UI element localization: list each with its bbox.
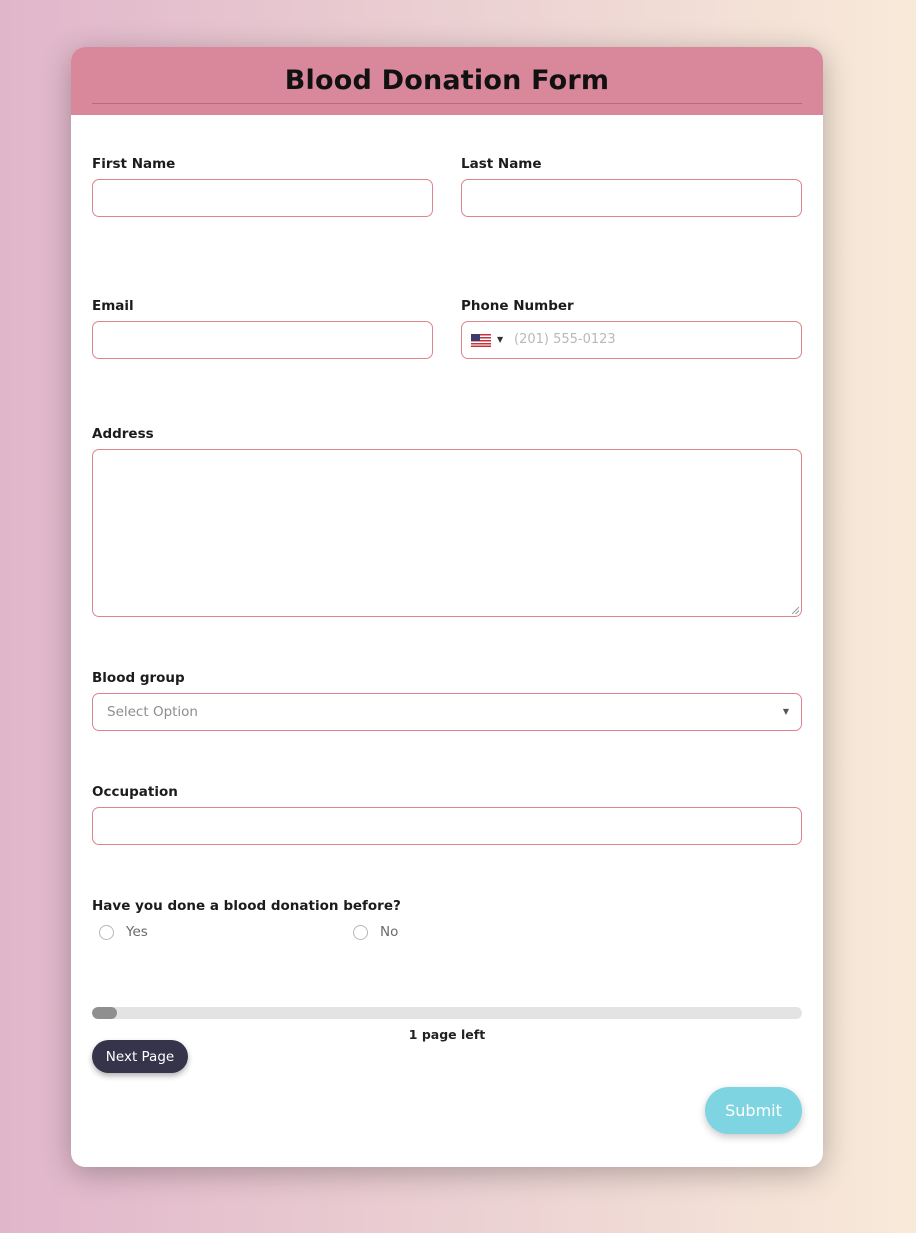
donated-before-question: Have you done a blood donation before? xyxy=(92,898,401,914)
blood-group-selected: Select Option xyxy=(107,704,198,720)
radio-option-yes[interactable]: Yes xyxy=(99,924,148,940)
phone-placeholder: (201) 555-0123 xyxy=(514,332,616,347)
pages-left-text: 1 page left xyxy=(408,1027,486,1042)
last-name-label: Last Name xyxy=(461,156,542,172)
country-dropdown-icon[interactable]: ▼ xyxy=(497,335,503,344)
first-name-label: First Name xyxy=(92,156,176,172)
form-title: Blood Donation Form xyxy=(284,65,610,96)
form-card: Blood Donation Form First Name Last Name… xyxy=(71,47,823,1167)
address-label: Address xyxy=(92,426,154,442)
submit-button[interactable]: Submit xyxy=(705,1087,802,1134)
address-textarea[interactable] xyxy=(92,449,802,617)
progress-fill xyxy=(92,1007,117,1019)
next-page-button[interactable]: Next Page xyxy=(92,1040,188,1073)
occupation-label: Occupation xyxy=(92,784,178,800)
blood-group-select[interactable]: Select Option ▼ xyxy=(92,693,802,731)
blood-group-label: Blood group xyxy=(92,670,185,686)
phone-input[interactable]: ▼ (201) 555-0123 xyxy=(461,321,802,359)
us-flag-icon[interactable] xyxy=(471,334,491,347)
email-input[interactable] xyxy=(92,321,433,359)
radio-no-circle[interactable] xyxy=(353,924,368,940)
header-divider xyxy=(92,103,802,104)
phone-label: Phone Number xyxy=(461,298,574,314)
form-header: Blood Donation Form xyxy=(71,47,823,115)
radio-yes-circle[interactable] xyxy=(99,924,114,940)
email-label: Email xyxy=(92,298,134,314)
resize-grip-icon[interactable] xyxy=(791,606,799,614)
chevron-down-icon: ▼ xyxy=(782,707,789,716)
radio-no-label[interactable]: No xyxy=(380,924,398,940)
progress-bar xyxy=(92,1007,802,1019)
last-name-input[interactable] xyxy=(461,179,802,217)
first-name-input[interactable] xyxy=(92,179,433,217)
radio-option-no[interactable]: No xyxy=(353,924,398,940)
occupation-input[interactable] xyxy=(92,807,802,845)
radio-yes-label[interactable]: Yes xyxy=(126,924,148,940)
